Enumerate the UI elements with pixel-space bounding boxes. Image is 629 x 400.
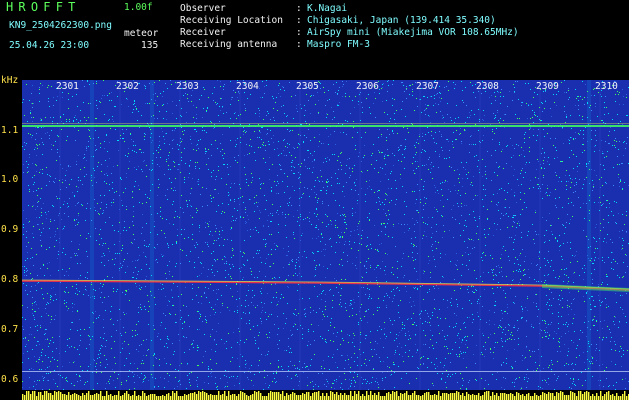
info-key-observer: Observer — [180, 3, 226, 14]
info-value-location: Chigasaki, Japan (139.414 35.340) — [307, 15, 496, 26]
x-tick-label: 2303 — [176, 81, 199, 92]
filename-label: KN9_2504262300.png — [9, 20, 112, 31]
info-separator: : — [296, 15, 302, 26]
x-tick-label: 2310 — [595, 81, 618, 92]
info-key-receiver: Receiver — [180, 27, 226, 38]
spectrogram-plot — [22, 80, 629, 400]
x-tick-label: 2302 — [116, 81, 139, 92]
y-tick-label: 1.0 — [1, 174, 19, 185]
y-tick-label: 0.6 — [1, 374, 19, 385]
app-title: HROFFT — [6, 0, 81, 14]
datetime-label: 25.04.26 23:00 — [9, 40, 90, 51]
info-separator: : — [296, 27, 302, 38]
x-tick-label: 2308 — [476, 81, 499, 92]
y-tick-label: 1.1 — [1, 125, 19, 136]
y-tick-label: 0.9 — [1, 224, 19, 235]
y-tick-label: 0.7 — [1, 324, 19, 335]
info-separator: : — [296, 39, 302, 50]
y-tick-label: 0.8 — [1, 274, 19, 285]
reference-line — [22, 371, 629, 372]
x-tick-label: 2301 — [56, 81, 79, 92]
carrier-line — [22, 125, 629, 127]
info-key-antenna: Receiving antenna — [180, 39, 278, 50]
info-separator: : — [296, 3, 302, 14]
info-value-observer: K.Nagai — [307, 3, 348, 14]
meteor-count-value: 135 — [141, 40, 159, 51]
x-tick-label: 2304 — [236, 81, 259, 92]
info-value-antenna: Maspro FM-3 — [307, 39, 370, 50]
info-value-receiver: AirSpy mini (Miakejima VOR 108.65MHz) — [307, 27, 519, 38]
x-tick-label: 2306 — [356, 81, 379, 92]
version-label: 1.00f — [124, 2, 153, 13]
x-tick-label: 2309 — [536, 81, 559, 92]
info-key-location: Receiving Location — [180, 15, 283, 26]
spectrogram-canvas — [22, 80, 629, 400]
meteor-count-label: meteor — [124, 28, 159, 39]
x-tick-label: 2305 — [296, 81, 319, 92]
x-tick-label: 2307 — [416, 81, 439, 92]
y-axis-unit: kHz — [1, 75, 19, 86]
carrier-line — [22, 123, 629, 124]
